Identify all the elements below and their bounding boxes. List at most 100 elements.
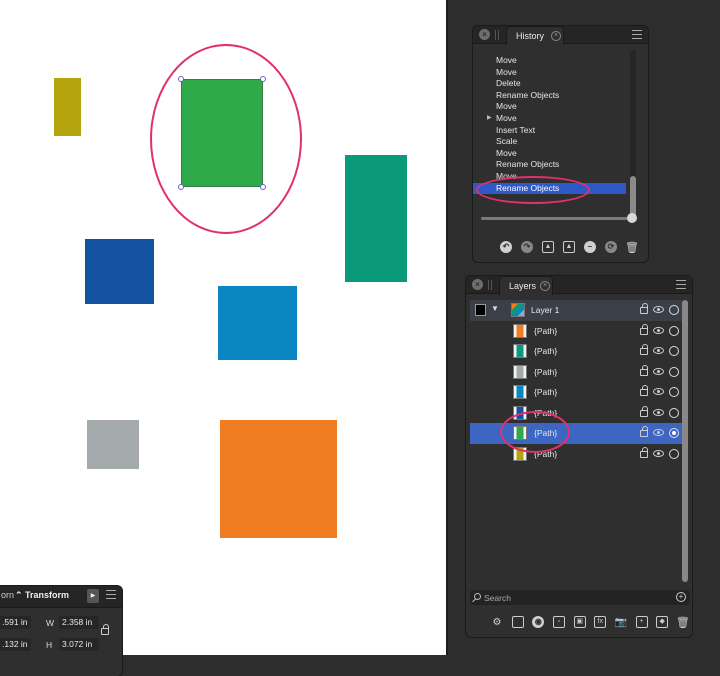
layer-row-path[interactable]: {Path}	[470, 341, 682, 362]
effects-button[interactable]: fx	[593, 615, 607, 629]
drag-grip-icon[interactable]	[495, 30, 499, 40]
eye-icon[interactable]	[653, 429, 664, 436]
history-slider-knob[interactable]	[627, 213, 637, 223]
history-item[interactable]: Delete	[473, 78, 633, 90]
lock-icon[interactable]	[640, 303, 648, 314]
layer-color-swatch[interactable]	[475, 304, 486, 316]
lock-icon[interactable]	[640, 323, 648, 335]
layers-scrollbar[interactable]	[682, 300, 688, 582]
history-item[interactable]: Rename Objects	[473, 90, 633, 102]
layer-row-path[interactable]: {Path}	[470, 321, 682, 342]
target-circle-icon[interactable]	[669, 325, 679, 336]
search-options-icon[interactable]: +	[676, 592, 686, 602]
redo-button[interactable]: ↷	[520, 240, 534, 254]
target-circle-icon[interactable]	[669, 387, 679, 397]
layer-row-path[interactable]: {Path}	[470, 444, 682, 465]
close-panel-icon[interactable]: ×	[472, 279, 483, 290]
x-field[interactable]: .591 in	[0, 616, 31, 629]
panel-menu-icon[interactable]	[676, 280, 686, 289]
lock-icon[interactable]	[640, 344, 648, 355]
olive-rectangle[interactable]	[54, 78, 81, 136]
target-circle-icon[interactable]	[669, 305, 679, 315]
history-item[interactable]: Move	[473, 101, 633, 113]
history-item[interactable]: Move	[473, 148, 633, 160]
sublayer-button[interactable]: ◆	[655, 615, 669, 629]
target-circle-icon[interactable]	[669, 428, 679, 438]
layer-row-layer-1[interactable]: ▼ Layer 1	[470, 300, 682, 321]
history-item[interactable]: Move	[473, 67, 633, 79]
target-circle-icon[interactable]	[669, 366, 679, 377]
lock-icon[interactable]	[640, 405, 648, 417]
layer-row-icons	[640, 446, 682, 460]
search-icon	[474, 593, 481, 600]
tab-transform[interactable]: ⌃ Transform	[15, 590, 69, 601]
gray-rectangle[interactable]	[87, 420, 139, 469]
panel-arrow-button[interactable]: ▶	[87, 589, 99, 603]
history-item[interactable]: ▶ Move	[473, 113, 633, 125]
layer-row-path[interactable]: {Path}	[470, 403, 682, 424]
collect-button[interactable]: ◉	[531, 615, 545, 629]
eye-icon[interactable]	[653, 347, 664, 354]
screenshot-button[interactable]: 📷	[614, 615, 628, 629]
refresh-icon: ⟳	[605, 241, 617, 253]
clipped-tab[interactable]: orn	[1, 590, 14, 600]
panel-menu-icon[interactable]	[106, 590, 116, 599]
eye-icon[interactable]	[653, 306, 664, 313]
layer-row-path[interactable]: {Path}	[470, 362, 682, 383]
close-tab-icon[interactable]: ×	[551, 31, 561, 41]
dark-blue-rectangle[interactable]	[85, 239, 154, 304]
fx-icon: fx	[594, 616, 607, 628]
lock-aspect-icon[interactable]	[101, 624, 109, 635]
layer-search-input[interactable]	[484, 590, 664, 605]
path-thumbnail	[513, 323, 527, 338]
history-panel-header: × History ×	[473, 26, 648, 45]
eye-icon[interactable]	[653, 326, 664, 334]
eye-icon[interactable]	[653, 388, 664, 395]
disclosure-triangle-icon[interactable]: ▼	[491, 304, 499, 313]
orange-rectangle[interactable]	[220, 420, 337, 538]
lock-icon[interactable]	[640, 364, 648, 376]
eye-icon[interactable]	[653, 367, 664, 375]
document-canvas[interactable]	[0, 0, 446, 655]
panel-menu-icon[interactable]	[632, 30, 642, 39]
history-slider[interactable]	[481, 217, 633, 220]
eye-icon[interactable]	[653, 449, 664, 457]
clip-button[interactable]: ▣	[573, 615, 587, 629]
new-layer-button[interactable]: +	[635, 615, 649, 629]
expand-arrow-icon[interactable]: ▶	[487, 113, 492, 125]
y-field[interactable]: .132 in	[0, 638, 31, 651]
layer-options-button[interactable]: ⚙	[490, 615, 504, 629]
lock-icon[interactable]	[640, 426, 648, 437]
snapshots-button[interactable]: ▲	[562, 240, 576, 254]
transform-panel-header: orn ⌃ Transform ▶	[0, 586, 122, 608]
snapshot-button[interactable]: ▲	[541, 240, 555, 254]
purge-button[interactable]: ⟳	[604, 240, 618, 254]
w-field[interactable]: 2.358 in	[59, 616, 99, 629]
delete-button[interactable]: 🗑	[625, 240, 639, 254]
tab-layers[interactable]: Layers ×	[499, 276, 553, 295]
group-button[interactable]: ▫	[552, 615, 566, 629]
history-item[interactable]: Insert Text	[473, 125, 633, 137]
tab-history[interactable]: History ×	[506, 26, 564, 45]
minus-button[interactable]: –	[583, 240, 597, 254]
drag-grip-icon[interactable]	[488, 280, 492, 290]
history-item[interactable]: Move	[473, 55, 633, 67]
lock-icon[interactable]	[640, 446, 648, 458]
delete-layer-button[interactable]: 🗑	[676, 615, 690, 629]
close-tab-icon[interactable]: ×	[540, 281, 550, 291]
layer-row-path[interactable]: {Path}	[470, 382, 682, 403]
close-panel-icon[interactable]: ×	[479, 29, 490, 40]
light-blue-rectangle[interactable]	[218, 286, 297, 360]
target-circle-icon[interactable]	[669, 448, 679, 459]
history-item[interactable]: Rename Objects	[473, 159, 633, 171]
duplicate-button[interactable]	[511, 615, 525, 629]
target-circle-icon[interactable]	[669, 407, 679, 418]
path-thumbnail	[513, 364, 527, 379]
lock-icon[interactable]	[640, 385, 648, 396]
eye-icon[interactable]	[653, 408, 664, 416]
target-circle-icon[interactable]	[669, 346, 679, 356]
h-field[interactable]: 3.072 in	[59, 638, 99, 651]
undo-button[interactable]: ↶	[499, 240, 513, 254]
history-item[interactable]: Scale	[473, 136, 633, 148]
teal-rectangle[interactable]	[345, 155, 407, 282]
